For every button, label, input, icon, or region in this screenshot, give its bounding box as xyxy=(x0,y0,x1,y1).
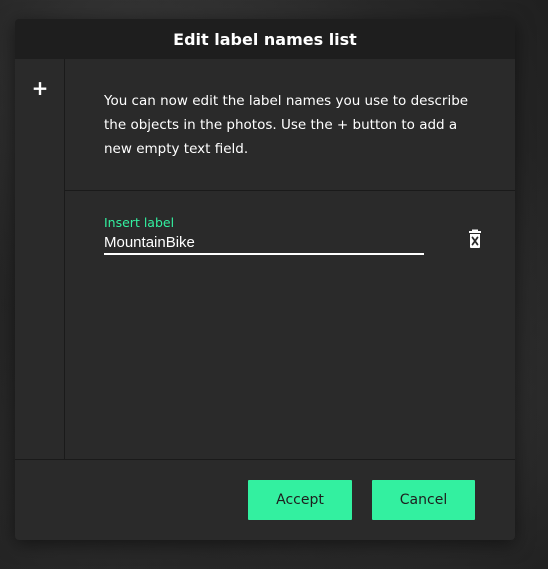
label-name-input[interactable] xyxy=(104,231,424,255)
edit-labels-dialog: Edit label names list + You can now edit… xyxy=(15,19,515,540)
delete-icon[interactable] xyxy=(465,229,485,251)
label-field-caption: Insert label xyxy=(104,215,175,230)
footer-divider xyxy=(15,459,515,460)
left-rail: + xyxy=(15,59,65,459)
dialog-title: Edit label names list xyxy=(173,29,357,49)
cancel-button[interactable]: Cancel xyxy=(372,480,475,520)
add-label-button[interactable]: + xyxy=(25,73,55,103)
divider xyxy=(65,190,515,191)
delete-icon-graphic xyxy=(469,229,481,248)
accept-button[interactable]: Accept xyxy=(248,480,352,520)
dialog-description: You can now edit the label names you use… xyxy=(104,93,469,157)
dialog-header: Edit label names list xyxy=(15,19,515,59)
